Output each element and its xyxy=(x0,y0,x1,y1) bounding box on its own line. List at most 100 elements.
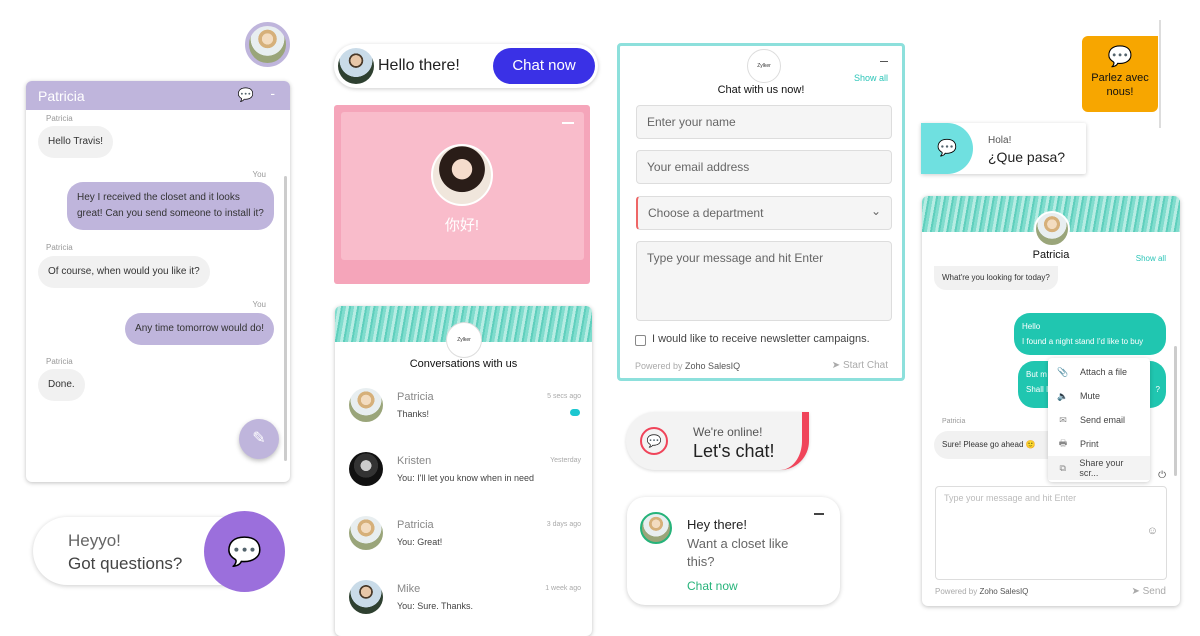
proactive-card: Hey there! Want a closet like this? Chat… xyxy=(627,497,840,605)
chat-icon-tab: 💬 xyxy=(921,123,973,174)
sender-label: Patricia xyxy=(942,418,966,425)
start-chat-button[interactable]: ➤ Start Chat xyxy=(832,360,888,371)
menu-icon: 🖶 xyxy=(1058,438,1068,448)
pre-chat-form: Zylker Show all Chat with us now! Enter … xyxy=(617,43,905,381)
contact-avatar xyxy=(349,452,383,486)
chat-window-teal: Patricia Show all What're you looking fo… xyxy=(922,196,1180,606)
chat-launcher-button[interactable]: 💬 xyxy=(204,511,285,592)
contact-name: Kristen xyxy=(397,455,432,467)
name-input[interactable]: Enter your name xyxy=(636,105,892,139)
minimize-button[interactable] xyxy=(562,122,574,124)
conversation-item[interactable]: Patricia 3 days ago You: Great! xyxy=(335,514,592,564)
menu-item[interactable]: 📎 Attach a file xyxy=(1048,360,1150,384)
conversation-item[interactable]: Mike 1 week ago You: Sure. Thanks. xyxy=(335,578,592,628)
sender-label: You xyxy=(252,170,267,179)
message-bubble: Hey I received the closet and it looks g… xyxy=(67,182,274,230)
agent-avatar[interactable] xyxy=(245,22,290,67)
minimize-button[interactable] xyxy=(880,61,888,62)
scrollbar[interactable] xyxy=(1174,346,1177,476)
chat-now-link[interactable]: Chat now xyxy=(687,579,738,593)
show-all-link[interactable]: Show all xyxy=(1136,254,1166,263)
menu-icon: ⧉ xyxy=(1059,462,1066,473)
online-launcher[interactable]: 💬 We're online! Let's chat! xyxy=(626,412,809,470)
last-message: You: Sure. Thanks. xyxy=(397,601,474,611)
message-bubble: Done. xyxy=(38,369,85,401)
department-select[interactable]: Choose a department ⌄ xyxy=(636,196,892,230)
menu-item[interactable]: ✉ Send email xyxy=(1048,408,1150,432)
minimize-button[interactable]: - xyxy=(270,85,275,101)
newsletter-checkbox[interactable] xyxy=(635,335,646,346)
sender-label: Patricia xyxy=(46,243,73,252)
greeting-text: Hello there! xyxy=(378,57,460,74)
show-all-link[interactable]: Show all xyxy=(854,73,888,83)
greeting-line1: Hola! xyxy=(988,135,1012,146)
contact-avatar xyxy=(349,580,383,614)
french-launcher[interactable]: 💬 Parlez avec nous! xyxy=(1082,36,1158,112)
panel-title: Conversations with us xyxy=(409,358,518,370)
emoji-icon[interactable]: ☺ xyxy=(1147,525,1158,537)
agent-avatar xyxy=(640,512,672,544)
message-bubble: What're you looking for today? xyxy=(934,266,1058,290)
sender-label: Patricia xyxy=(46,114,73,123)
card-text: Want a closet like this? xyxy=(687,536,789,569)
menu-item[interactable]: 🔈 Mute xyxy=(1048,384,1150,408)
contact-avatar xyxy=(349,516,383,550)
timestamp: 3 days ago xyxy=(546,521,581,528)
last-message: You: Great! xyxy=(397,537,443,547)
contact-name: Patricia xyxy=(397,391,434,403)
chat-icon: 💬 xyxy=(640,427,668,455)
brand-logo: Zylker xyxy=(747,49,781,83)
chat-window-purple: Patricia 💬 - Patricia Hello Travis! You … xyxy=(26,81,290,482)
card-title: Hey there! xyxy=(687,517,747,532)
conversation-item[interactable]: Patricia 5 secs ago Thanks! xyxy=(335,386,592,436)
hola-launcher[interactable]: 💬 Hola! ¿Que pasa? xyxy=(921,123,1086,174)
compose-button[interactable]: ✎ xyxy=(239,419,279,459)
chevron-down-icon: ⌄ xyxy=(870,204,881,218)
end-chat-icon[interactable]: ⏻ xyxy=(1158,470,1166,481)
powered-by: Powered by xyxy=(635,361,683,371)
chat-bubble-icon[interactable]: 💬 xyxy=(238,87,254,103)
email-input[interactable]: Your email address xyxy=(636,150,892,184)
menu-icon: 📎 xyxy=(1057,366,1069,377)
conversation-item[interactable]: Kristen Yesterday You: I'll let you know… xyxy=(335,450,592,500)
form-title: Chat with us now! xyxy=(717,84,805,96)
smiley-emoji: 🙂 xyxy=(1025,440,1036,449)
scrollbar[interactable] xyxy=(284,176,287,461)
timestamp: 1 week ago xyxy=(545,585,581,592)
last-message: You: I'll let you know when in need xyxy=(397,473,534,483)
sender-label: You xyxy=(252,300,267,309)
contact-name: Patricia xyxy=(397,519,434,531)
message-textarea[interactable]: Type your message and hit Enter xyxy=(636,241,892,321)
greeting-line2: ¿Que pasa? xyxy=(988,149,1066,165)
chat-bubbles-icon: 💬 xyxy=(227,536,262,567)
last-message: Thanks! xyxy=(397,409,430,419)
message-bubble: Sure! Please go ahead 🙂 xyxy=(934,431,1064,459)
cta-text: Let's chat! xyxy=(693,441,775,461)
minimize-button[interactable] xyxy=(814,513,824,515)
agent-avatar xyxy=(338,48,374,84)
message-bubble: Any time tomorrow would do! xyxy=(125,313,274,345)
contact-name: Mike xyxy=(397,583,421,595)
divider xyxy=(1159,20,1161,128)
agent-avatar xyxy=(1034,211,1070,247)
timestamp: 5 secs ago xyxy=(547,393,581,400)
agent-name: Patricia xyxy=(38,88,85,104)
send-button[interactable]: ➤ Send xyxy=(1131,586,1166,597)
chat-now-button[interactable]: Chat now xyxy=(493,48,595,84)
brand-logo: Zylker xyxy=(446,322,482,358)
menu-item[interactable]: ⧉ Share your scr... xyxy=(1048,456,1150,480)
menu-icon: 🔈 xyxy=(1057,390,1069,401)
brand-link[interactable]: Zoho SalesIQ xyxy=(685,361,740,371)
unread-icon xyxy=(570,409,580,416)
brand-link[interactable]: Zoho SalesIQ xyxy=(979,587,1028,596)
message-bubble: Of course, when would you like it? xyxy=(38,256,210,288)
conversations-panel: Zylker Conversations with us Patricia 5 … xyxy=(335,306,592,636)
menu-item[interactable]: 🖶 Print xyxy=(1048,432,1150,456)
greeting-text: 你好! xyxy=(444,217,480,234)
powered-by: Powered by xyxy=(935,587,978,596)
status-text: We're online! xyxy=(693,425,763,439)
hello-there-bar: Hello there! Chat now xyxy=(334,44,598,88)
message-input[interactable]: Type your message and hit Enter ☺ xyxy=(935,486,1167,580)
chat-bubbles-icon: 💬 xyxy=(1107,46,1133,68)
agent-avatar xyxy=(431,144,493,206)
